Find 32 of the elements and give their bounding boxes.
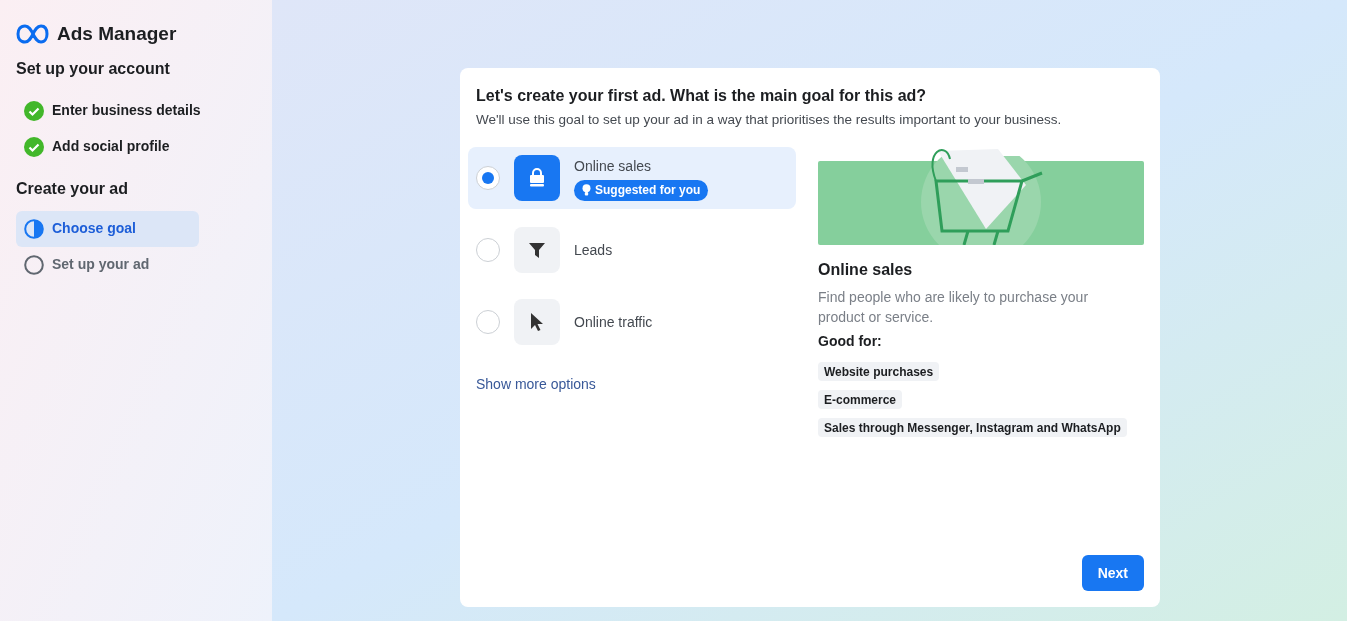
cursor-icon — [529, 312, 545, 333]
radio-button[interactable] — [476, 238, 500, 263]
section-title: Set up your account — [16, 58, 171, 79]
radio-button[interactable] — [476, 166, 500, 191]
detail-description: Find people who are likely to purchase your product or service. — [818, 288, 1090, 328]
use-case-tag: E-commerce — [818, 390, 903, 410]
goal-option[interactable]: Leads — [468, 219, 796, 282]
step-item[interactable]: Add social profile — [16, 128, 199, 165]
infinity-logo-icon — [16, 23, 49, 46]
step-item[interactable]: Set up your ad — [16, 246, 199, 283]
radio-button[interactable] — [476, 310, 500, 335]
show-more-link[interactable]: Show more options — [476, 374, 596, 396]
suggested-badge: Suggested for you — [574, 179, 709, 201]
next-button[interactable]: Next — [1081, 555, 1144, 591]
step-item[interactable]: Enter business details — [16, 92, 209, 129]
use-case-tag: Sales through Messenger, Instagram and WhatsApp — [818, 418, 1127, 438]
section-title: Create your ad — [16, 178, 130, 199]
funnel-icon — [528, 241, 546, 260]
step-item[interactable]: Choose goal — [16, 210, 199, 247]
goal-label: Online sales — [574, 156, 653, 176]
app-title: Ads Manager — [57, 22, 177, 46]
use-case-tag: Website purchases — [818, 362, 940, 382]
goal-option[interactable]: Online traffic — [468, 291, 796, 354]
shopping-bag-icon — [527, 168, 547, 189]
goal-label: Online traffic — [574, 312, 653, 332]
card-title: Let's create your first ad. What is the main goal for this ad? — [476, 86, 928, 106]
goal-option[interactable]: Online sales Suggested for you — [468, 147, 796, 210]
detail-title: Online sales — [818, 260, 914, 281]
good-for-label: Good for: — [818, 332, 883, 352]
lightbulb-icon — [582, 184, 591, 197]
card-subtitle: We'll use this goal to set up your ad in a way that prioritises the results important to your business. — [476, 111, 1063, 129]
goal-label: Leads — [574, 240, 613, 260]
